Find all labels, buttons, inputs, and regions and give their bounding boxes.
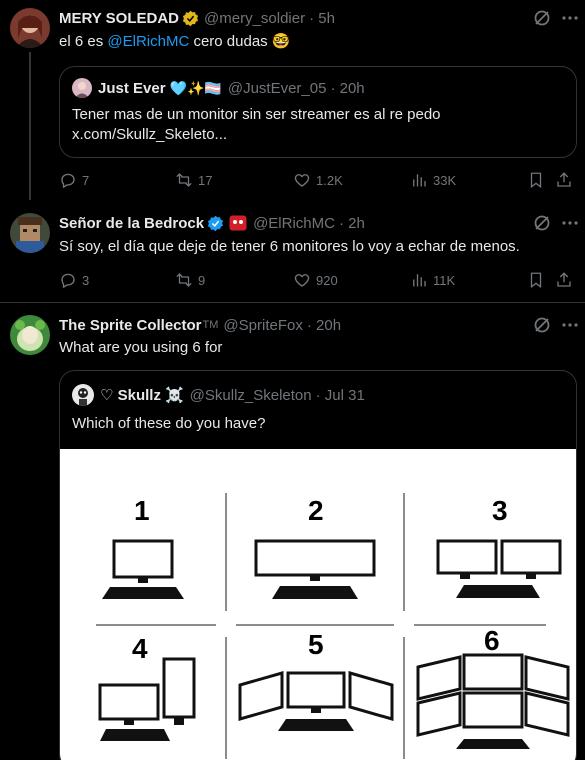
quote-text: Tener mas de un monitor sin ser streamer… — [72, 106, 441, 143]
setup-3-dual-monitors — [436, 539, 562, 598]
tweet-actions: 3 9 920 11K — [59, 271, 579, 291]
views-icon — [413, 174, 426, 187]
more-options-icon[interactable] — [560, 315, 580, 335]
tweet-mery-soledad[interactable]: MERY SOLEDAD @mery_soldier · 5h el 6 es … — [0, 0, 585, 200]
tweet-text: What are you using 6 for — [59, 339, 223, 356]
setup-label-5: 5 — [308, 629, 324, 660]
retweet-button[interactable]: 9 — [175, 271, 205, 289]
bookmark-icon[interactable] — [527, 271, 545, 289]
handle[interactable]: @SpriteFox — [223, 317, 302, 334]
setup-2-ultrawide-monitor — [254, 539, 376, 599]
mention-link[interactable]: @ElRichMC — [107, 33, 189, 50]
bookmark-icon[interactable] — [527, 171, 545, 189]
quote-avatar — [72, 78, 92, 98]
display-name[interactable]: MERY SOLEDAD — [59, 10, 179, 27]
setup-label-6: 6 — [484, 625, 500, 656]
quoted-tweet[interactable]: Just Ever 🩵✨🏳️‍⚧️ @JustEver_05 · 20h Ten… — [59, 66, 577, 158]
setup-label-2: 2 — [308, 495, 324, 526]
quote-display-name: Just Ever — [98, 79, 166, 97]
quoted-tweet[interactable]: ♡ Skullz ☠️ @Skullz_Skeleton · Jul 31 Wh… — [59, 370, 577, 760]
display-name[interactable]: Señor de la Bedrock — [59, 215, 204, 232]
reply-icon — [61, 173, 75, 188]
grok-icon[interactable] — [532, 213, 552, 233]
quote-display-name: ♡ Skullz — [100, 387, 161, 404]
quote-handle: @Skullz_Skeleton — [189, 386, 312, 404]
more-options-icon[interactable] — [560, 8, 580, 28]
quote-handle: @JustEver_05 — [227, 79, 327, 97]
handle[interactable]: @ElRichMC — [253, 215, 335, 232]
avatar[interactable] — [10, 213, 50, 253]
setup-4-landscape-and-vertical — [98, 657, 196, 741]
tweet-actions: 7 17 1.2K 33K — [59, 171, 579, 191]
retweet-button[interactable]: 17 — [175, 171, 212, 189]
retweet-icon — [176, 273, 192, 287]
share-icon[interactable] — [555, 271, 573, 289]
like-button[interactable]: 920 — [293, 271, 338, 289]
setup-1-single-monitor — [102, 539, 184, 599]
setup-label-4: 4 — [132, 633, 148, 664]
setup-label-3: 3 — [492, 495, 508, 526]
quote-text: Which of these do you have? — [72, 415, 266, 432]
avatar[interactable] — [10, 315, 50, 355]
timestamp[interactable]: · 2h — [339, 215, 365, 232]
trademark-mark: TM — [202, 319, 219, 331]
setup-6-six-monitor-wall — [416, 653, 570, 749]
handle[interactable]: @mery_soldier — [204, 10, 305, 27]
monitor-setups-image[interactable]: 1 2 3 4 5 6 — [60, 449, 576, 760]
setup-5-triple-monitors — [238, 671, 394, 731]
share-icon[interactable] — [555, 171, 573, 189]
reply-button[interactable]: 3 — [59, 271, 89, 289]
quote-timestamp: · Jul 31 — [315, 386, 365, 404]
tweet-text: Sí soy, el día que deje de tener 6 monit… — [59, 238, 520, 255]
nerd-emoji: 🤓 — [271, 33, 291, 50]
tweet-sprite-collector[interactable]: The Sprite Collector TM @SpriteFox · 20h… — [0, 303, 585, 760]
avatar[interactable] — [10, 8, 50, 48]
quote-avatar — [72, 384, 94, 406]
heart-icon — [294, 274, 310, 287]
timestamp[interactable]: · 20h — [307, 317, 341, 334]
tweet-senor-de-la-bedrock[interactable]: Señor de la Bedrock @ElRichMC · 2h Sí so… — [0, 200, 585, 302]
reply-button[interactable]: 7 — [59, 171, 89, 189]
views-button[interactable]: 11K — [410, 271, 455, 289]
like-button[interactable]: 1.2K — [293, 171, 343, 189]
quote-timestamp: · 20h — [330, 79, 365, 97]
verified-blue-icon — [207, 215, 224, 231]
quote-name-emojis: 🩵✨🏳️‍⚧️ — [169, 79, 222, 96]
more-options-icon[interactable] — [560, 213, 580, 233]
views-icon — [413, 274, 426, 287]
retweet-icon — [176, 173, 192, 187]
skull-emoji: ☠️ — [164, 387, 184, 404]
views-button[interactable]: 33K — [410, 171, 456, 189]
reply-icon — [61, 273, 75, 288]
tweet-text: el 6 es @ElRichMC cero dudas 🤓 — [59, 33, 291, 50]
heart-icon — [294, 174, 310, 187]
display-name[interactable]: The Sprite Collector — [59, 317, 202, 334]
affiliate-badge-icon — [229, 215, 247, 231]
timestamp[interactable]: · 5h — [309, 10, 335, 27]
grok-icon[interactable] — [532, 315, 552, 335]
grok-icon[interactable] — [532, 8, 552, 28]
verified-gold-icon — [182, 10, 199, 26]
setup-label-1: 1 — [134, 495, 150, 526]
thread-line — [29, 52, 31, 200]
